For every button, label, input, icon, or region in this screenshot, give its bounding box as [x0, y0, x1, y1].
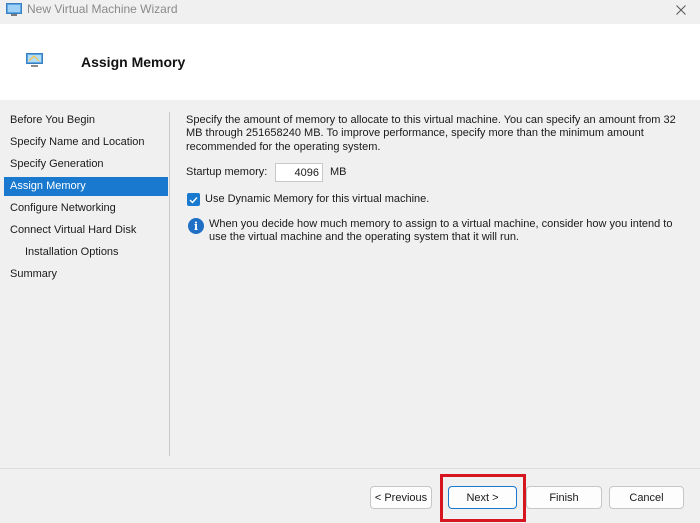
checkmark-icon — [189, 196, 198, 204]
nav-item-before-you-begin[interactable]: Before You Begin — [4, 111, 168, 130]
app-icon — [6, 3, 22, 16]
close-button[interactable] — [662, 0, 700, 20]
wizard-steps-nav: Before You Begin Specify Name and Locati… — [0, 110, 170, 458]
previous-button[interactable]: < Previous — [370, 486, 432, 509]
title-bar: New Virtual Machine Wizard — [0, 0, 700, 20]
info-icon: i — [188, 218, 204, 234]
finish-button[interactable]: Finish — [526, 486, 602, 509]
dynamic-memory-checkbox[interactable] — [187, 193, 200, 206]
nav-item-summary[interactable]: Summary — [4, 265, 168, 284]
dynamic-memory-label[interactable]: Use Dynamic Memory for this virtual mach… — [205, 193, 429, 205]
nav-item-connect-virtual-hard-disk[interactable]: Connect Virtual Hard Disk — [4, 221, 168, 240]
nav-item-assign-memory[interactable]: Assign Memory — [4, 177, 168, 196]
nav-item-specify-generation[interactable]: Specify Generation — [4, 155, 168, 174]
page-title: Assign Memory — [81, 54, 186, 70]
nav-item-configure-networking[interactable]: Configure Networking — [4, 199, 168, 218]
nav-item-installation-options[interactable]: Installation Options — [4, 243, 168, 262]
window-title: New Virtual Machine Wizard — [27, 2, 178, 16]
nav-item-specify-name-location[interactable]: Specify Name and Location — [4, 133, 168, 152]
memory-unit-label: MB — [330, 166, 347, 178]
next-button-highlight — [440, 474, 526, 522]
close-icon — [676, 5, 686, 15]
monitor-icon — [26, 53, 43, 68]
cancel-button[interactable]: Cancel — [609, 486, 684, 509]
wizard-header: Assign Memory — [0, 24, 700, 100]
info-text: When you decide how much memory to assig… — [209, 218, 673, 244]
startup-memory-label: Startup memory: — [186, 166, 268, 178]
nav-divider — [169, 112, 170, 456]
startup-memory-row: Startup memory: MB — [186, 163, 486, 183]
footer-divider — [0, 468, 700, 469]
dynamic-memory-row: Use Dynamic Memory for this virtual mach… — [186, 192, 586, 208]
startup-memory-input[interactable] — [275, 163, 323, 182]
content-panel: Specify the amount of memory to allocate… — [186, 114, 676, 243]
memory-description: Specify the amount of memory to allocate… — [186, 114, 676, 153]
